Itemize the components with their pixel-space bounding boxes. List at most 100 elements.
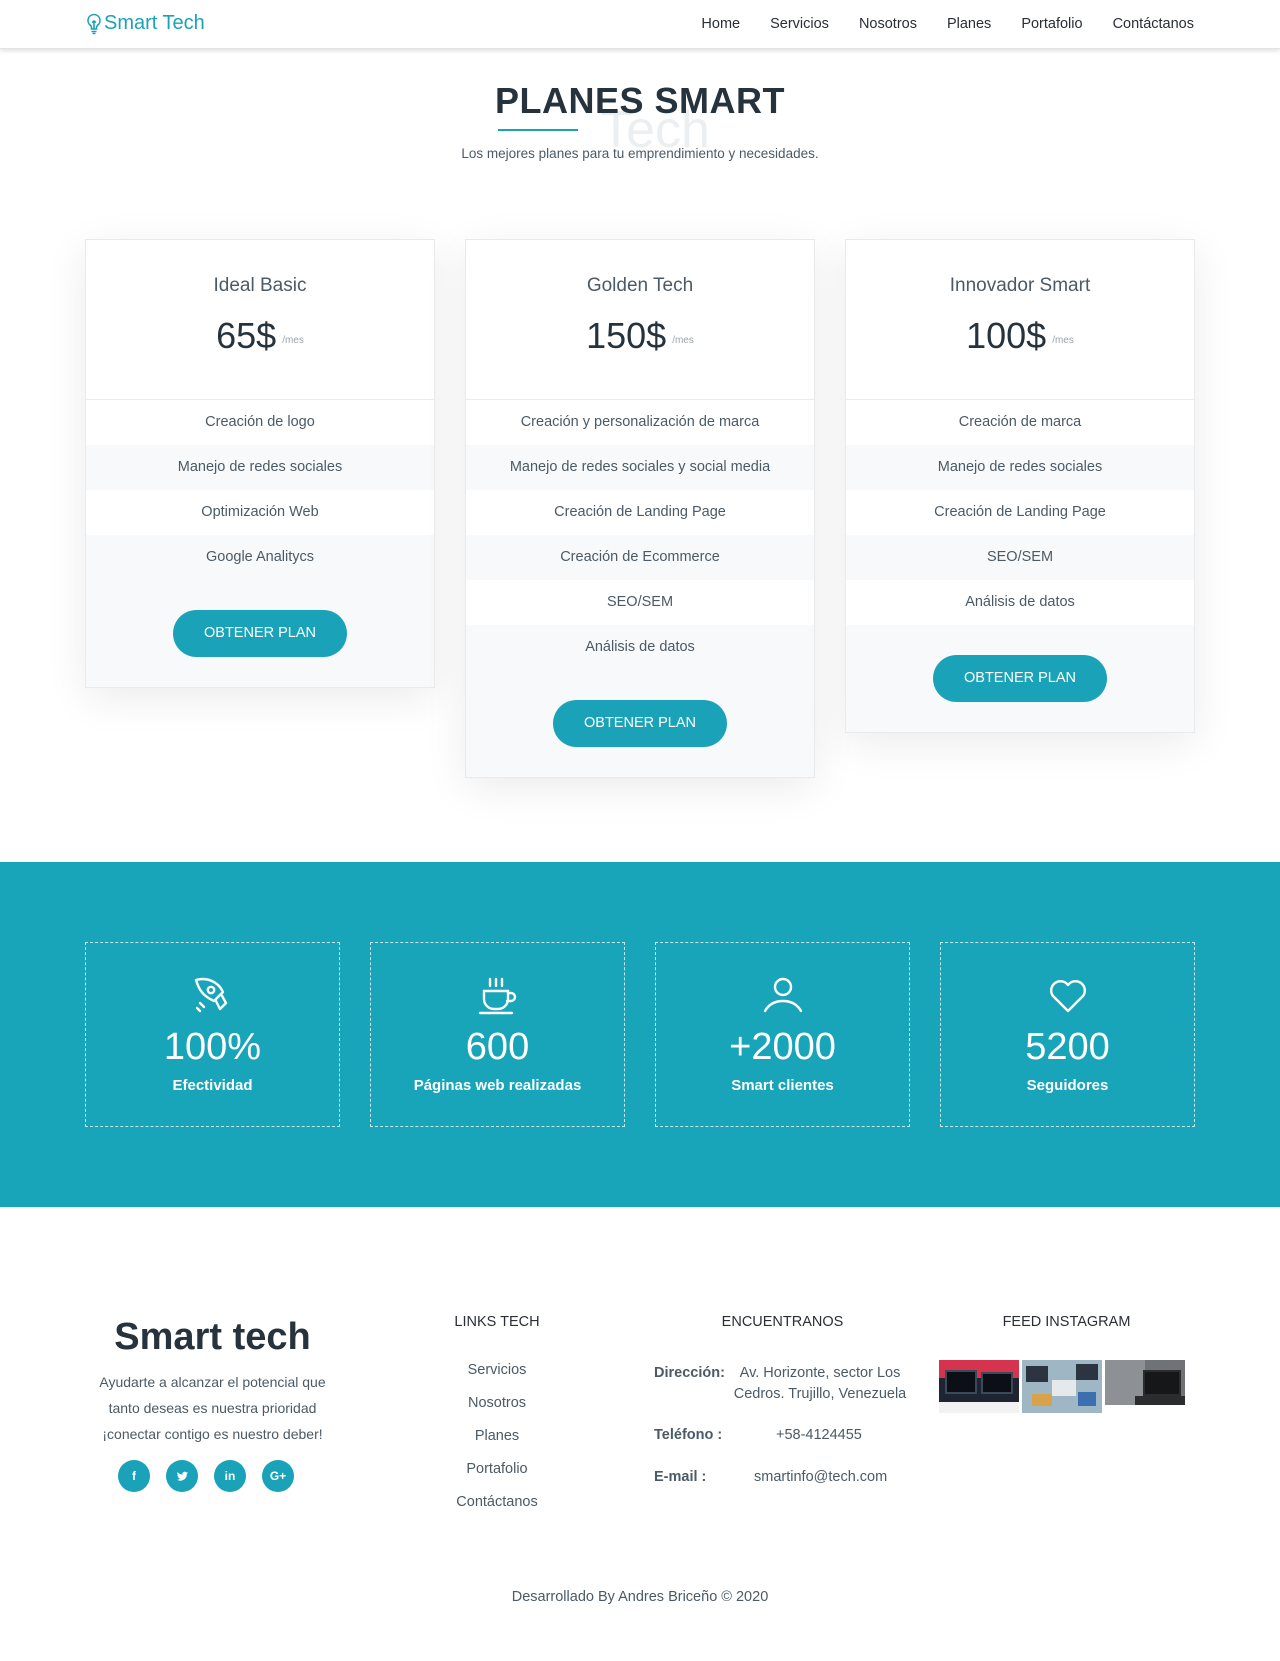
coffee-cup-icon	[371, 973, 624, 1017]
stat-value: 100%	[163, 1026, 262, 1068]
phone-label: Teléfono :	[654, 1425, 722, 1446]
plan-button-wrap: OBTENER PLAN	[86, 580, 434, 687]
plan-feature: Creación de marca	[846, 400, 1194, 445]
brand-logo-link[interactable]: Smart Tech	[86, 12, 205, 35]
facebook-icon[interactable]: f	[118, 1460, 150, 1492]
instagram-photo[interactable]	[939, 1360, 1019, 1413]
footer-links: Servicios Nosotros Planes Portafolio Con…	[447, 1362, 547, 1527]
footer-link-item: Contáctanos	[447, 1494, 547, 1527]
plan-header: Golden Tech 150$ /mes	[466, 240, 814, 400]
stat-label: Smart clientes	[731, 1077, 834, 1094]
footer-link-item: Portafolio	[447, 1461, 547, 1494]
plan-feature: Análisis de datos	[846, 580, 1194, 625]
nav-nosotros[interactable]: Nosotros	[859, 16, 917, 32]
stat-label: Efectividad	[172, 1077, 253, 1094]
plan-price-value: 150$	[586, 315, 667, 356]
plan-features: Creación y personalización de marca Mane…	[466, 400, 814, 670]
main-nav: Home Servicios Nosotros Planes Portafoli…	[671, 16, 1194, 32]
plan-period: /mes	[1052, 335, 1074, 346]
lightbulb-icon	[87, 13, 101, 34]
footer-link-portafolio[interactable]: Portafolio	[466, 1461, 527, 1477]
contact-column-title: ENCUENTRANOS	[721, 1314, 844, 1330]
address-label: Dirección:	[654, 1363, 725, 1384]
plan-feature: Análisis de datos	[466, 625, 814, 670]
plan-feature: Creación de Ecommerce	[466, 535, 814, 580]
footer-link-contactanos[interactable]: Contáctanos	[456, 1494, 537, 1510]
links-column-title: LINKS TECH	[454, 1314, 540, 1330]
address-value: Av. Horizonte, sector Los Cedros. Trujil…	[733, 1365, 907, 1402]
copyright: Desarrollado By Andres Briceño © 2020	[511, 1589, 769, 1605]
plan-period: /mes	[672, 335, 694, 346]
email-label-text: E-mail :	[654, 1469, 707, 1485]
linkedin-icon[interactable]: in	[214, 1460, 246, 1492]
email-value: smartinfo@tech.com	[754, 1469, 888, 1485]
section-title: PLANES SMART	[494, 80, 785, 121]
footer-link-item: Nosotros	[447, 1395, 547, 1428]
title-underline	[498, 129, 578, 131]
plan-feature: SEO/SEM	[846, 535, 1194, 580]
footer-brand-name: Smart tech	[114, 1316, 311, 1358]
footer-tagline: Ayudarte a alcanzar el potencial que tan…	[99, 1374, 326, 1442]
nav-contactanos[interactable]: Contáctanos	[1113, 16, 1194, 32]
brand-name: Smart Tech	[104, 12, 205, 34]
social-links: f in G+	[118, 1460, 310, 1492]
nav-planes[interactable]: Planes	[947, 16, 991, 32]
plan-name: Golden Tech	[586, 275, 694, 296]
plan-feature: SEO/SEM	[466, 580, 814, 625]
footer-link-servicios[interactable]: Servicios	[468, 1362, 527, 1378]
nav-servicios[interactable]: Servicios	[770, 16, 829, 32]
plan-button-wrap: OBTENER PLAN	[466, 670, 814, 777]
stat-box: +2000 Smart clientes	[655, 942, 910, 1127]
stat-value: +2000	[729, 1026, 836, 1068]
plan-header: Ideal Basic 65$ /mes	[86, 240, 434, 400]
footer-brand: Smart tech Ayudarte a alcanzar el potenc…	[85, 1316, 340, 1447]
footer-link-item: Servicios	[447, 1362, 547, 1395]
plan-price-value: 65$	[216, 315, 277, 356]
plan-feature: Creación y personalización de marca	[466, 400, 814, 445]
twitter-icon[interactable]	[166, 1460, 198, 1492]
get-plan-button[interactable]: OBTENER PLAN	[173, 610, 347, 657]
plan-price-value: 100$	[966, 315, 1047, 356]
stat-box: 100% Efectividad	[85, 942, 340, 1127]
nav-home[interactable]: Home	[701, 16, 740, 32]
footer-link-item: Planes	[447, 1428, 547, 1461]
plan-feature: Manejo de redes sociales	[86, 445, 434, 490]
address-label-text: Dirección:	[654, 1365, 725, 1381]
stat-label: Seguidores	[1026, 1077, 1109, 1094]
plan-card-golden: Golden Tech 150$ /mes Creación y personal…	[465, 239, 815, 778]
plan-feature: Google Analitycs	[86, 535, 434, 580]
plan-features: Creación de logo Manejo de redes sociale…	[86, 400, 434, 580]
plan-card-basic: Ideal Basic 65$ /mes Creación de logo Man…	[85, 239, 435, 688]
plans-section-header: Tech PLANES SMART Los mejores planes par…	[0, 80, 1280, 161]
plan-feature: Manejo de redes sociales	[846, 445, 1194, 490]
plan-price: 150$ /mes	[466, 315, 814, 357]
plan-feature: Creación de Landing Page	[466, 490, 814, 535]
navbar: Smart Tech Home Servicios Nosotros Plane…	[0, 0, 1280, 49]
phone-label-text: Teléfono :	[654, 1427, 723, 1443]
plan-name: Ideal Basic	[213, 275, 307, 296]
plan-feature: Manejo de redes sociales y social media	[466, 445, 814, 490]
footer-link-planes[interactable]: Planes	[475, 1428, 519, 1444]
stat-box: 5200 Seguidores	[940, 942, 1195, 1127]
get-plan-button[interactable]: OBTENER PLAN	[933, 655, 1107, 702]
footer-link-nosotros[interactable]: Nosotros	[468, 1395, 526, 1411]
plan-price: 100$ /mes	[846, 315, 1194, 357]
plan-features: Creación de marca Manejo de redes social…	[846, 400, 1194, 625]
google-plus-icon[interactable]: G+	[262, 1460, 294, 1492]
stat-value: 5200	[1025, 1026, 1110, 1068]
heart-icon	[941, 973, 1194, 1017]
get-plan-button[interactable]: OBTENER PLAN	[553, 700, 727, 747]
stat-box: 600 Páginas web realizadas	[370, 942, 625, 1127]
plan-feature: Creación de logo	[86, 400, 434, 445]
plan-feature: Optimización Web	[86, 490, 434, 535]
instagram-feed	[939, 1360, 1188, 1413]
instagram-column-title: FEED INSTAGRAM	[1002, 1314, 1131, 1330]
instagram-photo[interactable]	[1105, 1360, 1185, 1405]
phone-value: +58-4124455	[776, 1427, 862, 1443]
plan-header: Innovador Smart 100$ /mes	[846, 240, 1194, 400]
nav-portafolio[interactable]: Portafolio	[1021, 16, 1082, 32]
plan-card-innovador: Innovador Smart 100$ /mes Creación de mar…	[845, 239, 1195, 733]
instagram-photo[interactable]	[1022, 1360, 1102, 1413]
section-subtitle: Los mejores planes para tu emprendimient…	[461, 146, 819, 161]
email-label: E-mail :	[654, 1467, 706, 1488]
